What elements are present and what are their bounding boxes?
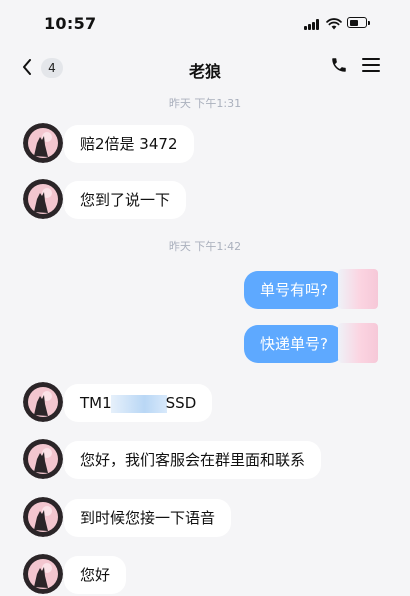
incoming-message-bubble[interactable]: 到时候您接一下语音	[64, 499, 232, 537]
message-row: 您好	[0, 554, 410, 596]
message-timestamp: 昨天 下午1:31	[168, 97, 242, 110]
message-row: 单号有吗?	[0, 269, 410, 311]
message-row: 您好，我们客服会在群里面和联系	[0, 439, 410, 481]
unread-count-badge: 4	[41, 58, 63, 78]
chevron-left-icon	[23, 59, 31, 75]
contact-avatar[interactable]	[23, 123, 63, 163]
phone-call-icon[interactable]	[330, 56, 348, 74]
cellular-signal-icon	[304, 19, 322, 30]
incoming-message-bubble[interactable]: 您好	[64, 556, 127, 594]
message-row: TM1 SSD	[0, 382, 410, 424]
contact-avatar[interactable]	[23, 179, 63, 219]
message-list[interactable]: 昨天 下午1:31 赔2倍是 3472 您到了说一下 昨天 下午1:42 单号有…	[0, 88, 410, 596]
contact-avatar[interactable]	[23, 382, 63, 422]
message-row: 您到了说一下	[0, 179, 410, 221]
back-button[interactable]: 4	[18, 56, 66, 80]
incoming-message-bubble[interactable]: TM1 SSD	[64, 384, 213, 422]
chat-header: 4 老狼	[0, 48, 410, 88]
contact-avatar[interactable]	[23, 439, 63, 479]
status-time: 10:57	[44, 14, 97, 33]
redacted-user-avatar	[338, 323, 378, 363]
outgoing-message-bubble[interactable]: 快递单号?	[244, 325, 344, 363]
message-timestamp: 昨天 下午1:42	[168, 240, 242, 253]
tracking-number-start: TM1	[80, 394, 112, 412]
contact-avatar[interactable]	[23, 497, 63, 537]
redacted-user-avatar	[338, 269, 378, 309]
tracking-number-end: SSD	[165, 394, 197, 412]
battery-icon	[347, 17, 370, 28]
incoming-message-bubble[interactable]: 您到了说一下	[64, 181, 187, 219]
incoming-message-bubble[interactable]: 您好，我们客服会在群里面和联系	[64, 441, 322, 479]
message-row: 快递单号?	[0, 323, 410, 365]
wifi-icon	[326, 18, 342, 30]
message-row: 到时候您接一下语音	[0, 497, 410, 539]
message-row: 赔2倍是 3472	[0, 123, 410, 165]
outgoing-message-bubble[interactable]: 单号有吗?	[244, 271, 344, 309]
menu-icon[interactable]	[362, 57, 380, 73]
status-bar: 10:57	[0, 0, 410, 44]
redacted-tracking-number	[110, 394, 167, 413]
contact-avatar[interactable]	[23, 554, 63, 594]
incoming-message-bubble[interactable]: 赔2倍是 3472	[64, 125, 194, 163]
